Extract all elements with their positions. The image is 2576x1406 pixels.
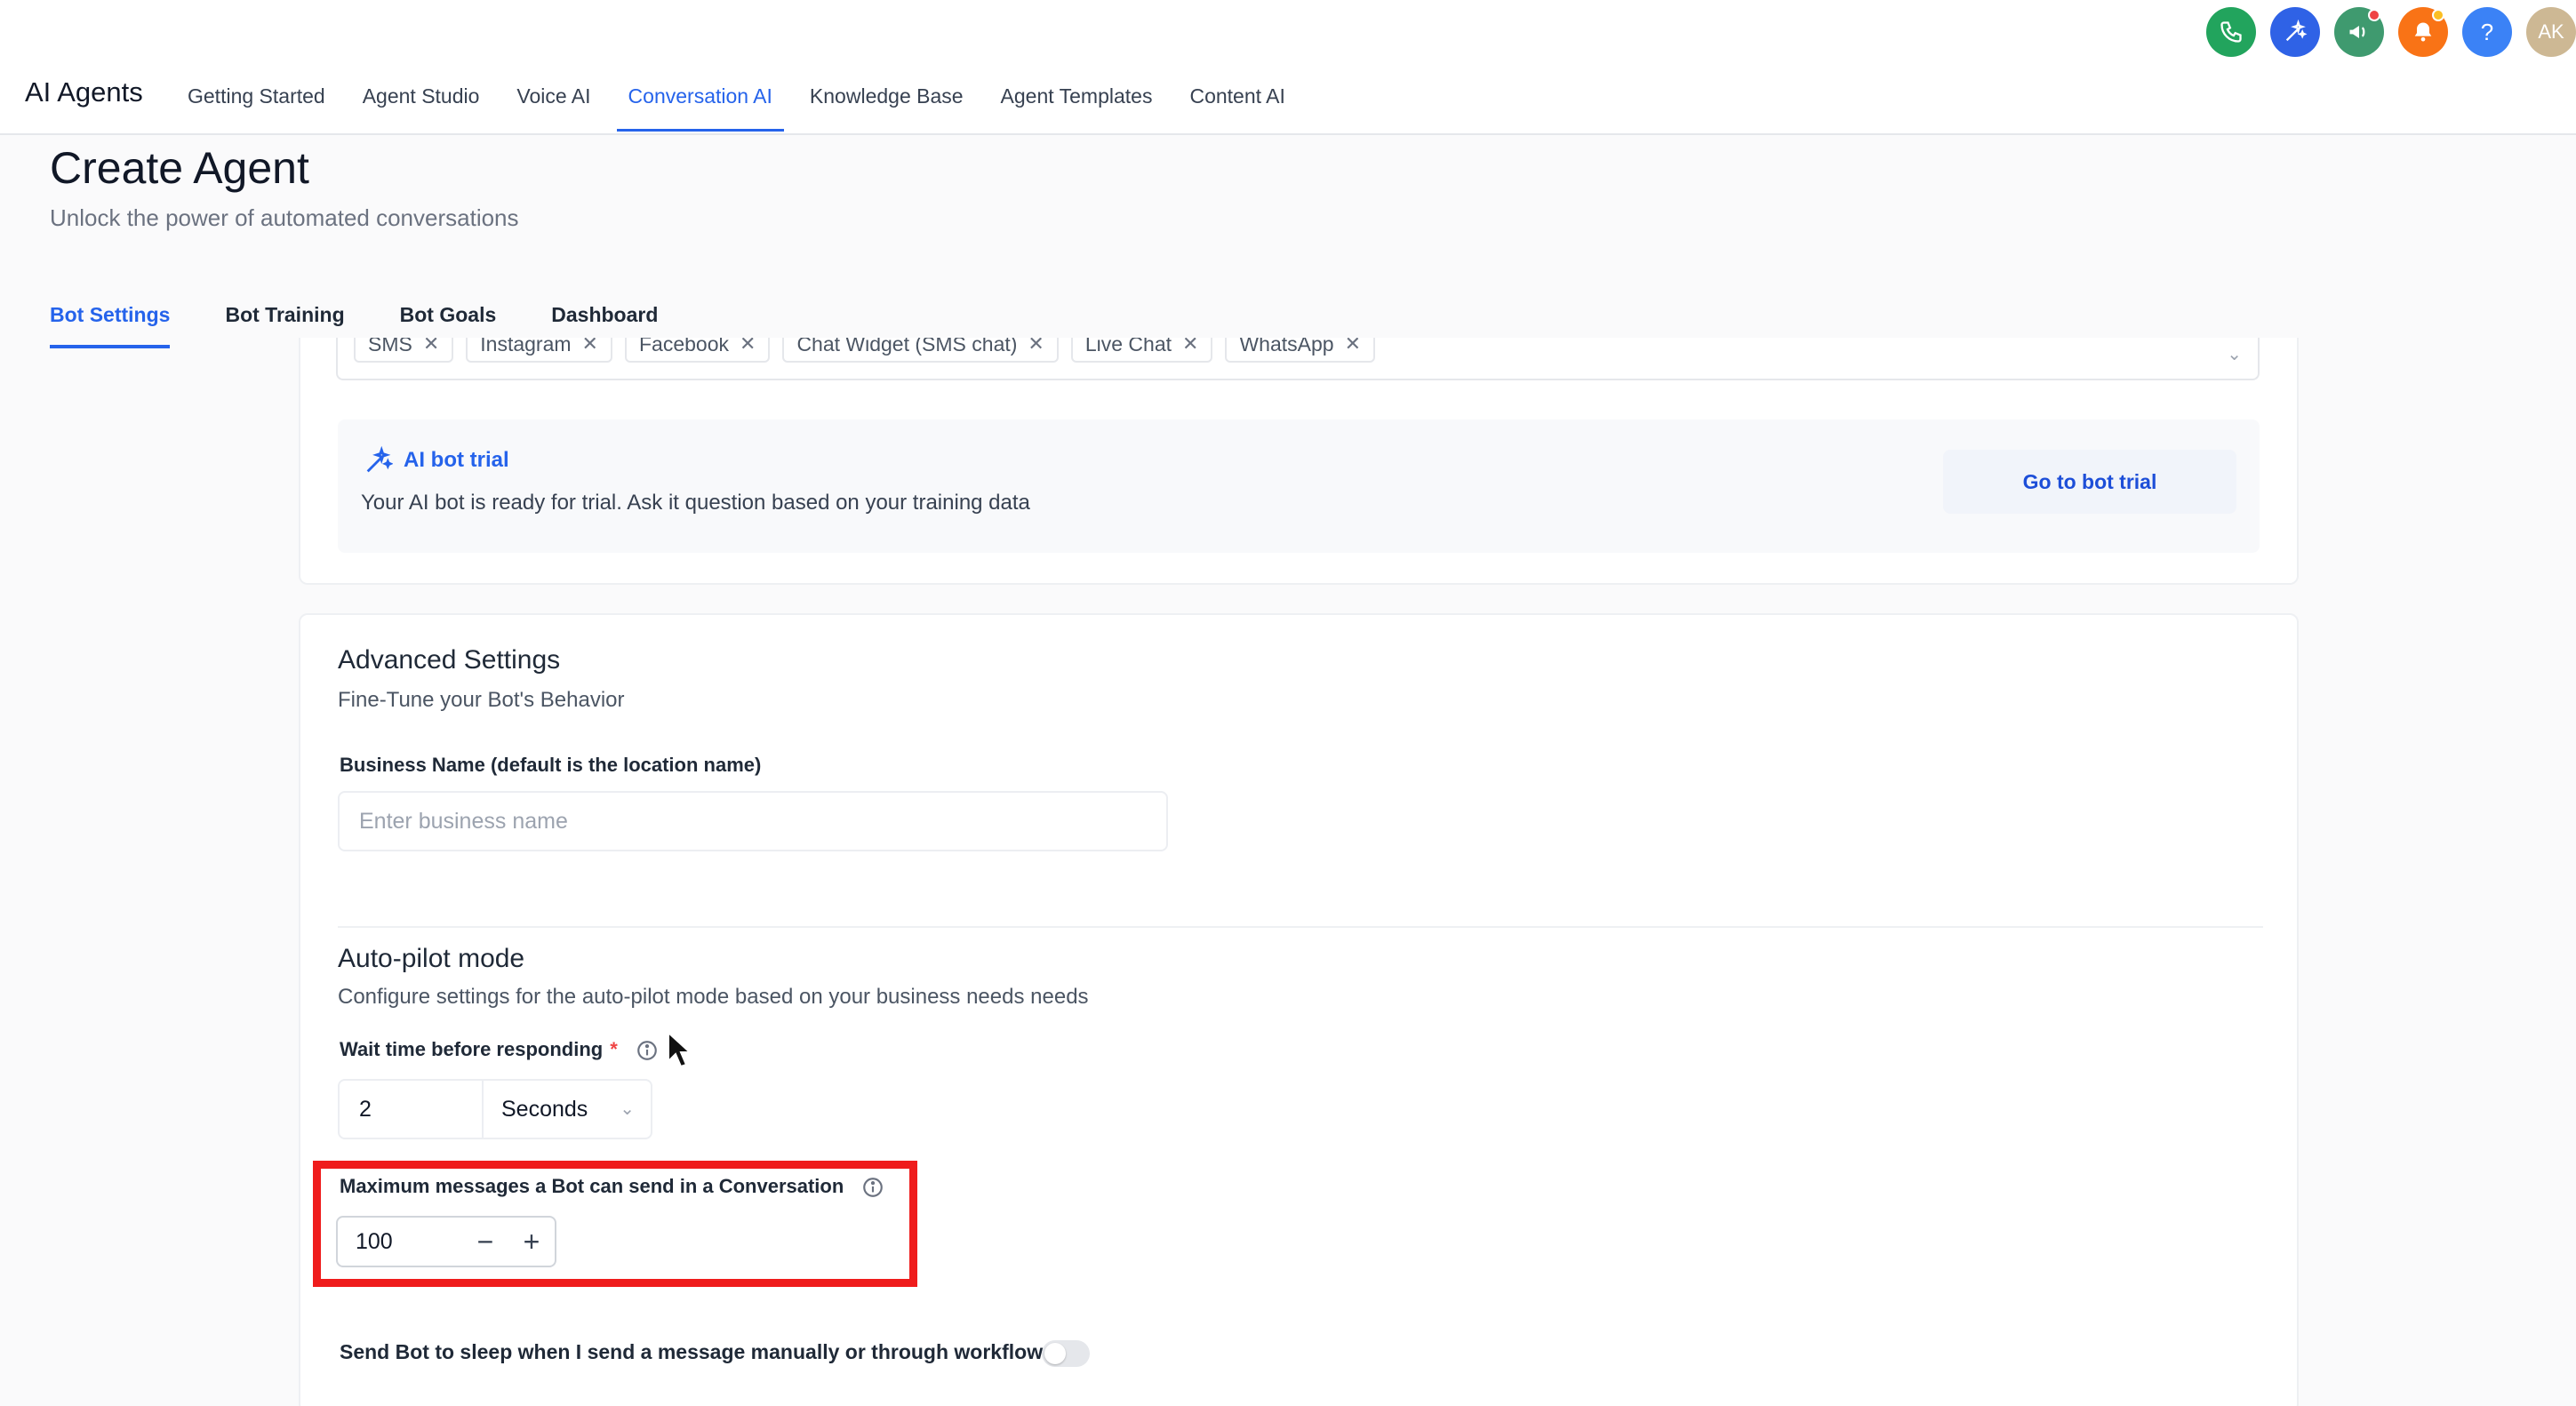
megaphone-icon xyxy=(2349,26,2365,38)
chevron-down-icon: ⌄ xyxy=(620,1099,635,1119)
max-messages-label: Maximum messages a Bot can send in a Con… xyxy=(340,1175,884,1199)
magic-button[interactable] xyxy=(2270,7,2320,57)
page-title: Create Agent xyxy=(50,143,309,193)
info-icon[interactable] xyxy=(861,1176,884,1199)
advanced-settings-subtitle: Fine-Tune your Bot's Behavior xyxy=(338,688,625,712)
wait-time-label: Wait time before responding * xyxy=(340,1038,659,1062)
app-title: AI Agents xyxy=(25,76,143,108)
avatar-initials: AK xyxy=(2538,20,2564,43)
phone-icon xyxy=(2220,21,2242,43)
nav-voice-ai[interactable]: Voice AI xyxy=(498,66,609,135)
sparkle-icon xyxy=(2285,20,2308,42)
channel-chip: SMS ✕ xyxy=(354,338,454,363)
ai-bot-trial-panel: AI bot trial Your AI bot is ready for tr… xyxy=(338,419,2260,553)
announcements-button[interactable] xyxy=(2334,7,2384,57)
trial-description: Your AI bot is ready for trial. Ask it q… xyxy=(361,491,1030,515)
trial-title: AI bot trial xyxy=(404,448,509,472)
bell-icon xyxy=(2414,22,2432,42)
help-icon: ? xyxy=(2480,18,2494,45)
advanced-settings-card xyxy=(299,613,2299,1406)
autopilot-subtitle: Configure settings for the auto-pilot mo… xyxy=(338,985,1089,1009)
channel-chip: Facebook ✕ xyxy=(624,338,771,363)
remove-chip-icon[interactable]: ✕ xyxy=(582,338,598,360)
business-name-label: Business Name (default is the location n… xyxy=(340,754,762,776)
max-messages-stepper: 100 − + xyxy=(336,1216,556,1267)
sparkle-icon xyxy=(366,446,393,473)
channel-chip: Chat Widget (SMS chat) ✕ xyxy=(782,338,1059,363)
mouse-cursor-icon xyxy=(668,1031,692,1068)
help-button[interactable]: ? xyxy=(2462,7,2512,57)
top-bar: AI Agents Getting Started Agent Studio V… xyxy=(0,0,2576,135)
wait-time-input-group: 2 Seconds ⌄ xyxy=(338,1079,652,1139)
advanced-settings-title: Advanced Settings xyxy=(338,645,561,675)
channel-chips: SMS ✕ Instagram ✕ Facebook ✕ Chat Widget (S… xyxy=(354,338,1375,363)
channel-chip: Live Chat ✕ xyxy=(1070,338,1213,363)
max-messages-input[interactable]: 100 xyxy=(338,1229,462,1255)
channels-select[interactable]: SMS ✕ Instagram ✕ Facebook ✕ Chat Widget (S… xyxy=(336,338,2260,380)
nav-content-ai[interactable]: Content AI xyxy=(1171,66,1303,135)
user-avatar[interactable]: AK xyxy=(2526,7,2576,57)
chevron-down-icon[interactable]: ⌄ xyxy=(2227,343,2242,365)
nav-agent-templates[interactable]: Agent Templates xyxy=(982,66,1172,135)
wait-time-value[interactable]: 2 xyxy=(340,1081,484,1138)
nav-getting-started[interactable]: Getting Started xyxy=(169,66,344,135)
main-nav: Getting Started Agent Studio Voice AI Co… xyxy=(169,66,1304,135)
required-mark: * xyxy=(610,1038,618,1060)
channel-chip: Instagram ✕ xyxy=(466,338,612,363)
section-divider xyxy=(338,926,2263,928)
toggle-knob xyxy=(1044,1343,1066,1364)
info-icon[interactable] xyxy=(636,1039,659,1062)
remove-chip-icon[interactable]: ✕ xyxy=(1182,338,1198,360)
notifications-button[interactable] xyxy=(2398,7,2448,57)
decrement-button[interactable]: − xyxy=(462,1218,508,1266)
wait-time-unit-select[interactable]: Seconds ⌄ xyxy=(484,1081,651,1138)
remove-chip-icon[interactable]: ✕ xyxy=(423,338,439,360)
page-subtitle: Unlock the power of automated conversati… xyxy=(50,204,519,231)
channel-chip: WhatsApp ✕ xyxy=(1225,338,1375,363)
remove-chip-icon[interactable]: ✕ xyxy=(740,338,756,360)
nav-knowledge-base[interactable]: Knowledge Base xyxy=(791,66,982,135)
tab-bot-settings[interactable]: Bot Settings xyxy=(50,297,171,348)
header-actions: ? AK xyxy=(2206,7,2576,57)
increment-button[interactable]: + xyxy=(508,1218,555,1266)
nav-conversation-ai[interactable]: Conversation AI xyxy=(610,66,791,135)
nav-agent-studio[interactable]: Agent Studio xyxy=(344,66,499,135)
business-name-input[interactable] xyxy=(338,791,1168,851)
sleep-toggle[interactable] xyxy=(1042,1340,1090,1367)
remove-chip-icon[interactable]: ✕ xyxy=(1345,338,1361,360)
remove-chip-icon[interactable]: ✕ xyxy=(1028,338,1044,360)
notification-dot xyxy=(2432,9,2444,21)
sleep-toggle-label: Send Bot to sleep when I send a message … xyxy=(340,1340,1044,1363)
go-to-bot-trial-button[interactable]: Go to bot trial xyxy=(1943,450,2236,514)
autopilot-title: Auto-pilot mode xyxy=(338,944,525,973)
notification-dot xyxy=(2368,9,2380,21)
phone-button[interactable] xyxy=(2206,7,2256,57)
